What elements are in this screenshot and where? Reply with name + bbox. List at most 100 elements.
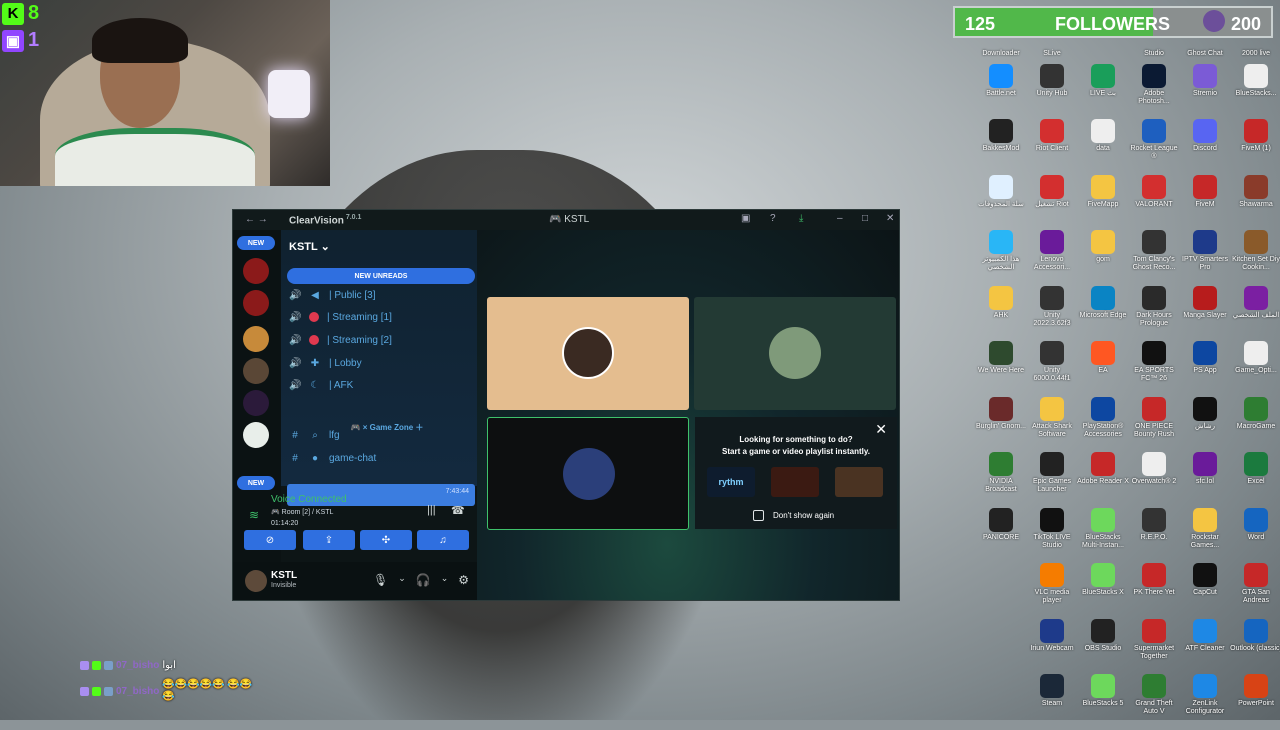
desktop-icon[interactable]: Steam bbox=[1027, 674, 1077, 730]
soundboard-button[interactable]: ♫ bbox=[417, 530, 469, 550]
desktop-icon[interactable]: Outlook (classic) bbox=[1230, 618, 1280, 675]
download-icon[interactable]: ⤓ bbox=[799, 213, 803, 224]
participant-tile-3[interactable] bbox=[487, 417, 689, 530]
desktop-icon[interactable]: Iriun Webcam bbox=[1027, 618, 1077, 675]
desktop-icon[interactable]: Epic Games Launcher bbox=[1027, 452, 1077, 508]
desktop-icon[interactable]: Supermarket Together bbox=[1129, 618, 1179, 675]
activity-thumb-2[interactable] bbox=[771, 467, 819, 497]
desktop-icon[interactable]: LIVE بث bbox=[1078, 63, 1128, 120]
desktop-icon[interactable]: Overwatch® 2 bbox=[1129, 452, 1179, 508]
desktop-icon[interactable]: GTA San Andreas bbox=[1231, 563, 1280, 619]
screen-share-button[interactable]: ⇪ bbox=[303, 530, 355, 550]
desktop-icon[interactable]: BlueStacks Multi-Instan... bbox=[1078, 507, 1128, 564]
desktop-icon[interactable]: ZenLink Configurator bbox=[1180, 674, 1230, 730]
desktop-icon[interactable]: Stremio bbox=[1180, 63, 1230, 120]
desktop-icon[interactable]: BlueStacks... bbox=[1231, 63, 1280, 120]
desktop-icon[interactable]: Unity 2022.3.62f3 bbox=[1027, 285, 1077, 342]
participant-tile-1[interactable] bbox=[487, 297, 689, 410]
microphone-icon[interactable]: 🎙 bbox=[373, 573, 388, 587]
channel-streaming-1[interactable]: 🔊 | Streaming [1] bbox=[289, 308, 392, 326]
desktop-icon[interactable]: FiveM (1) bbox=[1231, 119, 1280, 175]
channel-lobby[interactable]: 🔊 ✚ | Lobby bbox=[289, 354, 362, 372]
desktop-icon[interactable]: NVIDIA Broadcast bbox=[976, 452, 1026, 508]
avatar[interactable] bbox=[245, 570, 267, 592]
desktop-icon[interactable]: VALORANT bbox=[1129, 174, 1179, 231]
desktop-icon[interactable]: Dark Hours Prologue bbox=[1129, 285, 1179, 342]
nav-arrows[interactable]: ← → bbox=[245, 214, 268, 225]
desktop-icon[interactable]: Shawarma bbox=[1231, 174, 1280, 231]
desktop-icon[interactable]: BakkesMod bbox=[976, 119, 1026, 175]
desktop-icon[interactable]: PS App bbox=[1180, 341, 1230, 397]
desktop-icon[interactable]: تشغيل Riot bbox=[1027, 174, 1077, 231]
new-unreads-banner[interactable]: NEW UNREADS bbox=[287, 268, 475, 284]
screen-icon[interactable]: ▣ bbox=[741, 213, 750, 224]
desktop-icon[interactable]: BlueStacks X bbox=[1078, 563, 1128, 619]
desktop-icon[interactable]: Adobe Reader X bbox=[1077, 452, 1129, 508]
desktop-icon[interactable]: OBS Studio bbox=[1078, 618, 1128, 675]
desktop-icon[interactable]: BlueStacks 5 bbox=[1078, 674, 1128, 730]
desktop-icon[interactable]: Game_Opti... bbox=[1231, 341, 1280, 397]
desktop-icon[interactable]: Tom Clancy's Ghost Reco... bbox=[1129, 230, 1179, 286]
desktop-icon[interactable]: رشاش bbox=[1180, 396, 1230, 453]
channel-game-chat[interactable]: # ● game-chat bbox=[289, 449, 376, 467]
desktop-icon[interactable]: سلة المحذوفات bbox=[976, 174, 1026, 231]
desktop-icon[interactable]: gom bbox=[1078, 230, 1128, 286]
gear-icon[interactable]: ⚙ bbox=[458, 573, 469, 587]
desktop-icon[interactable]: Battle.net bbox=[976, 63, 1026, 120]
server-icon-6[interactable] bbox=[243, 422, 269, 448]
activities-button[interactable]: ✣ bbox=[360, 530, 412, 550]
camera-off-button[interactable]: ⊘ bbox=[244, 530, 296, 550]
desktop-icon[interactable]: Attack Shark Software bbox=[1027, 396, 1077, 453]
desktop-icon[interactable]: TikTok LIVE Studio bbox=[1027, 507, 1077, 564]
desktop-icon[interactable]: R.E.P.O. bbox=[1129, 507, 1179, 564]
desktop-icon[interactable]: EA SPORTS FC™ 26 bbox=[1129, 341, 1179, 397]
server-icon-3[interactable] bbox=[243, 326, 269, 352]
maximize-icon[interactable]: □ bbox=[862, 213, 868, 224]
server-icon-5[interactable] bbox=[243, 390, 269, 416]
channel-afk[interactable]: 🔊 ☾ | AFK bbox=[289, 376, 353, 394]
desktop-icon[interactable]: EA bbox=[1078, 341, 1128, 397]
desktop-icon[interactable]: Word bbox=[1231, 507, 1280, 564]
desktop-icon[interactable]: Riot Client bbox=[1027, 119, 1077, 175]
channel-public-3[interactable]: 🔊 ◀ | Public [3] bbox=[289, 286, 376, 304]
new-unread-pill-bottom[interactable]: NEW bbox=[237, 476, 275, 490]
desktop-icon[interactable]: Rocket League ® bbox=[1129, 119, 1179, 175]
desktop-icon[interactable]: PK There Yet bbox=[1129, 563, 1179, 619]
desktop-icon[interactable]: AHK bbox=[976, 285, 1026, 342]
desktop-icon[interactable]: Grand Theft Auto V bbox=[1129, 674, 1179, 730]
desktop-icon[interactable]: Kitchen Set Diy Cookin... bbox=[1231, 230, 1280, 286]
desktop-icon[interactable]: Discord bbox=[1180, 119, 1230, 175]
channel-lfg[interactable]: # ⌕ lfg bbox=[289, 426, 339, 444]
desktop-icon[interactable]: Excel bbox=[1231, 452, 1280, 508]
desktop-icon[interactable]: Manga Slayer bbox=[1180, 285, 1230, 342]
desktop-icon[interactable]: Burglin' Gnom... bbox=[976, 396, 1026, 453]
help-icon[interactable]: ? bbox=[770, 213, 776, 224]
desktop-icon[interactable]: Lenovo Accessori... bbox=[1027, 230, 1077, 286]
activity-thumb-rythm[interactable]: rythm bbox=[707, 467, 755, 497]
server-icon-kstl[interactable] bbox=[243, 358, 269, 384]
desktop-icon[interactable]: Rockstar Games... bbox=[1180, 507, 1230, 564]
dont-show-checkbox[interactable] bbox=[753, 510, 764, 521]
activity-thumb-3[interactable] bbox=[835, 467, 883, 497]
server-icon-1[interactable] bbox=[243, 258, 269, 284]
minimize-icon[interactable]: – bbox=[837, 213, 843, 224]
desktop-icon[interactable]: Unity Hub bbox=[1027, 63, 1077, 120]
guild-name[interactable]: KSTL ⌄ bbox=[289, 240, 330, 253]
channel-streaming-2[interactable]: 🔊 | Streaming [2] bbox=[289, 331, 392, 349]
chevron-down-icon[interactable]: ⌄ bbox=[441, 573, 449, 587]
disconnect-icon[interactable]: ☎ bbox=[451, 504, 465, 517]
desktop-icon[interactable]: sfc.lol bbox=[1180, 452, 1230, 508]
desktop-icon[interactable]: Unity 6000.0.44f1 bbox=[1027, 341, 1077, 397]
desktop-icon[interactable]: FiveMapp bbox=[1078, 174, 1128, 231]
voice-connected-label[interactable]: Voice Connected bbox=[271, 494, 347, 505]
desktop-icon[interactable]: FiveM bbox=[1180, 174, 1230, 231]
desktop-icon[interactable]: MacroGame bbox=[1231, 396, 1280, 453]
desktop-icon[interactable]: IPTV Smarters Pro bbox=[1180, 230, 1230, 286]
server-icon-2[interactable] bbox=[243, 290, 269, 316]
noise-suppression-icon[interactable]: ||| bbox=[427, 504, 436, 516]
desktop-icon[interactable]: We Were Here bbox=[976, 341, 1026, 397]
close-icon[interactable]: ✕ bbox=[886, 213, 894, 224]
headphones-icon[interactable]: 🎧 bbox=[416, 573, 431, 587]
desktop-icon[interactable]: PowerPoint bbox=[1231, 674, 1280, 730]
desktop-icon[interactable]: PlayStation® Accessories bbox=[1078, 396, 1128, 453]
